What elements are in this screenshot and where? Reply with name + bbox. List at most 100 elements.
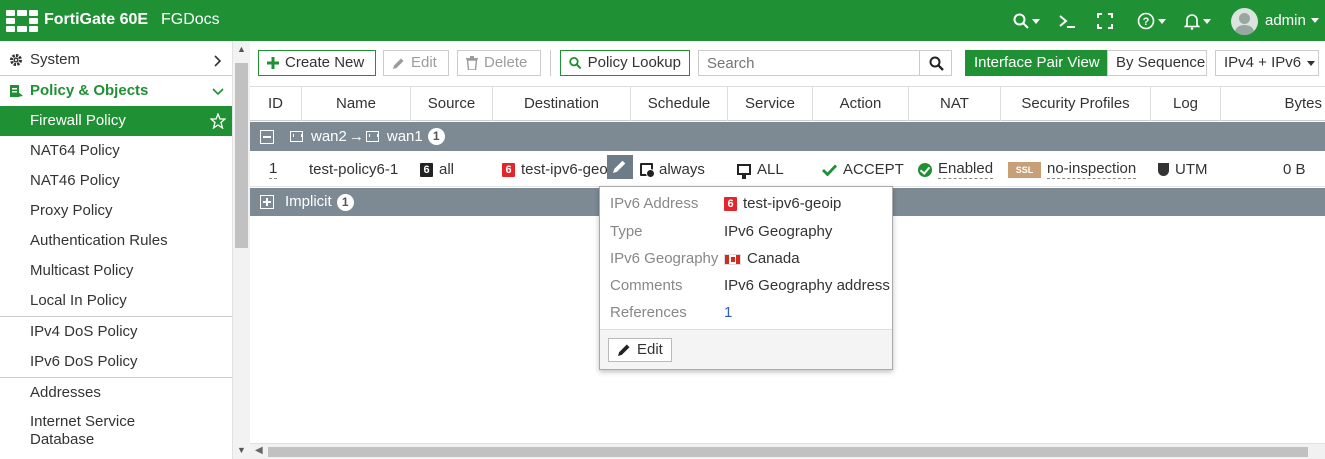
sidebar-item-label: IPv4 DoS Policy [30, 323, 138, 340]
pencil-icon [618, 344, 630, 356]
sidebar-item-internet-service-database[interactable]: Internet Service [0, 412, 232, 432]
sidebar-item-ipv4-dos-policy[interactable]: IPv4 DoS Policy [0, 317, 232, 347]
plus-icon [267, 57, 279, 69]
search-icon [929, 56, 944, 71]
nat-enabled-icon [918, 162, 932, 177]
sidebar-item-label: NAT46 Policy [30, 172, 120, 189]
gear-icon [10, 54, 22, 66]
sidebar-item-authentication-rules[interactable]: Authentication Rules [0, 226, 232, 256]
group-arrow: → [348, 128, 364, 145]
sidebar-item-ipv6-dos-policy[interactable]: IPv6 DoS Policy [0, 347, 232, 377]
column-header-name[interactable]: Name [302, 87, 411, 121]
policy-table-header: ID Name Source Destination Schedule Serv… [250, 86, 1325, 121]
column-header-bytes[interactable]: Bytes [1221, 87, 1325, 121]
policy-nat[interactable]: Enabled [938, 160, 994, 179]
scroll-down-icon[interactable]: ▼ [237, 445, 246, 455]
ssl-inspection-badge: SSL [1008, 161, 1041, 178]
policy-lookup-button[interactable]: Policy Lookup [560, 50, 690, 76]
tooltip-edit-label: Edit [637, 341, 663, 358]
expand-icon[interactable] [260, 195, 274, 209]
column-header-id[interactable]: ID [250, 87, 302, 121]
column-header-security-profiles[interactable]: Security Profiles [1001, 87, 1151, 121]
references-link[interactable]: 1 [724, 303, 732, 323]
search-button[interactable] [919, 50, 952, 76]
device-model: FortiGate 60E [44, 11, 149, 28]
by-sequence-toggle[interactable]: By Sequence [1107, 50, 1207, 76]
column-header-source[interactable]: Source [411, 87, 493, 121]
ipv6-address-icon: 6 [420, 162, 433, 177]
policy-id[interactable]: 1 [269, 160, 278, 179]
star-icon[interactable] [210, 113, 226, 129]
sidebar-section-policy-objects[interactable]: Policy & Objects [0, 76, 232, 106]
sidebar-item-local-in-policy[interactable]: Local In Policy [0, 286, 232, 316]
policy-schedule[interactable]: always [659, 152, 705, 187]
edit-button[interactable]: Edit [383, 50, 449, 76]
scroll-thumb[interactable] [268, 447, 1308, 457]
help-button[interactable]: ? [1137, 9, 1166, 33]
sidebar-section-label: System [30, 51, 81, 68]
group-count-badge: 1 [427, 128, 445, 145]
sidebar-item-nat46-policy[interactable]: NAT46 Policy [0, 166, 232, 196]
sidebar-item-nat64-policy[interactable]: NAT64 Policy [0, 136, 232, 166]
policy-action: ACCEPT [843, 161, 904, 178]
sidebar-section-system[interactable]: System [0, 45, 232, 75]
fullscreen-button[interactable] [1097, 9, 1113, 33]
ip-version-select[interactable]: IPv4 + IPv6 [1215, 50, 1319, 76]
scroll-left-icon[interactable]: ◀ [255, 445, 263, 456]
tooltip-key: IPv6 Geography [610, 250, 719, 267]
policy-destination[interactable]: test-ipv6-geoip [521, 152, 619, 187]
column-header-log[interactable]: Log [1151, 87, 1221, 121]
fortinet-logo-icon [6, 10, 38, 32]
chevron-down-icon [212, 88, 224, 96]
sidebar-item-proxy-policy[interactable]: Proxy Policy [0, 196, 232, 226]
policy-name: test-policy6-1 [309, 161, 399, 178]
top-bar: FortiGate 60E FGDocs ? admin [0, 0, 1325, 41]
column-header-schedule[interactable]: Schedule [631, 87, 728, 121]
policy-source[interactable]: all [439, 152, 454, 187]
sidebar-item-internet-service-database-2[interactable]: Database [0, 430, 232, 450]
policy-icon [10, 85, 23, 97]
tooltip-value: IPv6 Geography address [724, 277, 890, 294]
cli-console-button[interactable] [1058, 9, 1076, 33]
sidebar-item-label: Database [30, 431, 95, 448]
ipv6-geography-icon: 6 [724, 197, 737, 211]
chevron-down-icon [1307, 60, 1316, 66]
sidebar-item-addresses[interactable]: Addresses [0, 378, 232, 408]
collapse-icon[interactable] [260, 129, 274, 144]
interface-pair-group-row[interactable]: wan2 → wan1 1 [250, 122, 1325, 151]
interface-pair-view-toggle[interactable]: Interface Pair View [965, 50, 1107, 76]
search-input[interactable] [698, 50, 920, 76]
username-label: admin [1265, 12, 1306, 29]
delete-button[interactable]: Delete [457, 50, 541, 76]
sidebar-item-firewall-policy[interactable]: Firewall Policy [0, 106, 232, 136]
table-horizontal-scrollbar[interactable]: ◀ [250, 443, 1325, 459]
sidebar-scrollbar[interactable]: ▲ ▼ [232, 41, 250, 459]
sidebar-item-label: Internet Service [30, 413, 136, 430]
column-header-service[interactable]: Service [728, 87, 813, 121]
fullscreen-icon [1097, 13, 1113, 29]
scroll-up-icon[interactable]: ▲ [237, 44, 246, 54]
create-new-button[interactable]: Create New [258, 50, 376, 76]
policy-service[interactable]: ALL [757, 152, 784, 187]
tooltip-edit-button[interactable]: Edit [608, 338, 672, 362]
inline-edit-button[interactable] [607, 155, 633, 179]
sidebar: System Policy & Objects Firewall Policy … [0, 41, 250, 459]
scroll-thumb[interactable] [235, 63, 248, 248]
tooltip-key: IPv6 Address [610, 195, 699, 212]
sidebar-item-label: NAT64 Policy [30, 142, 120, 159]
column-header-action[interactable]: Action [813, 87, 909, 121]
user-avatar-icon[interactable] [1231, 8, 1258, 35]
notifications-button[interactable] [1184, 9, 1211, 33]
policy-security-profile[interactable]: no-inspection [1047, 160, 1137, 179]
interface-icon [365, 131, 379, 142]
user-menu[interactable]: admin [1265, 12, 1319, 29]
bell-icon [1184, 13, 1200, 30]
column-header-nat[interactable]: NAT [909, 87, 1001, 121]
column-header-destination[interactable]: Destination [493, 87, 631, 121]
search-menu-button[interactable] [1013, 9, 1040, 33]
chevron-down-icon [1310, 18, 1319, 23]
help-icon: ? [1137, 12, 1155, 30]
sidebar-item-multicast-policy[interactable]: Multicast Policy [0, 256, 232, 286]
search-icon [1013, 13, 1029, 29]
table-row[interactable]: 1 test-policy6-1 6 all 6 test-ipv6-geoip… [250, 152, 1325, 187]
